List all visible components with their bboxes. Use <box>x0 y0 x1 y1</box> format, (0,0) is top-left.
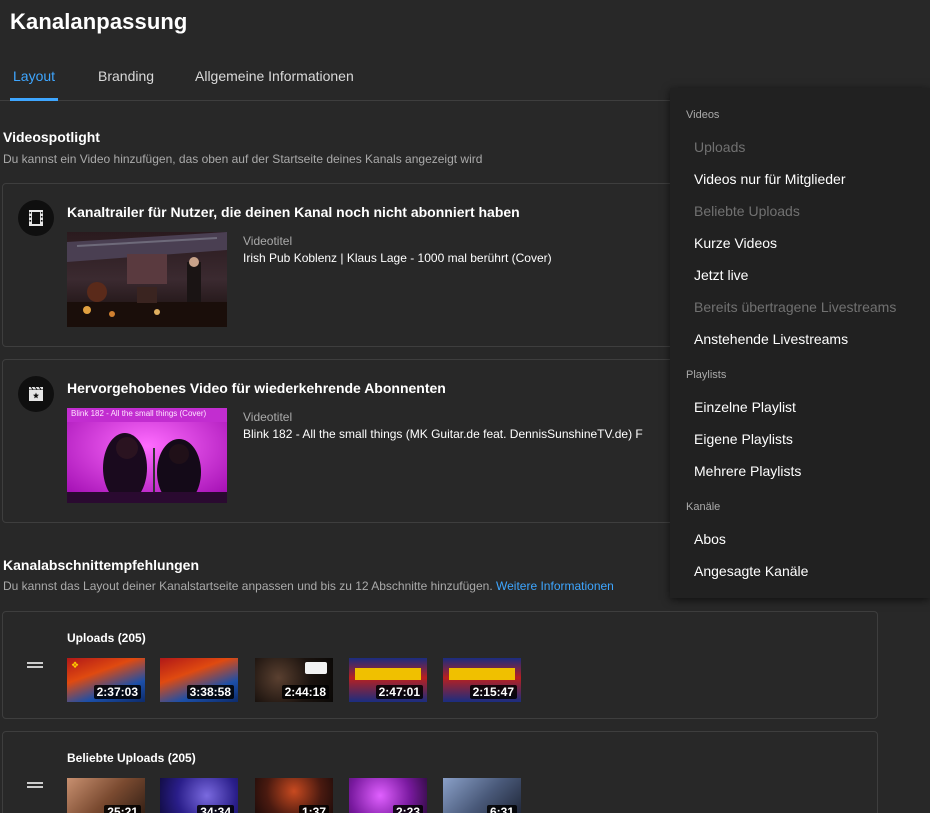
shelf-title: Uploads (205) <box>67 631 146 645</box>
menu-item-subscriptions[interactable]: Abos <box>694 531 726 547</box>
tab-general-info[interactable]: Allgemeine Informationen <box>195 68 354 84</box>
menu-item-featured-channels[interactable]: Angesagte Kanäle <box>694 563 808 579</box>
featured-thumbnail[interactable]: Blink 182 - All the small things (Cover) <box>67 408 227 503</box>
duration-badge: 2:44:18 <box>281 685 329 699</box>
trailer-heading: Kanaltrailer für Nutzer, die deinen Kana… <box>67 204 520 220</box>
shelf-thumbnail[interactable]: 2:44:18 <box>255 658 333 702</box>
menu-item-popular-uploads: Beliebte Uploads <box>694 203 800 219</box>
shelf-thumbnail[interactable]: 2:23 <box>349 778 427 813</box>
shelf-thumbnail[interactable]: 3:38:58 <box>160 658 238 702</box>
drag-handle-icon[interactable] <box>27 662 43 668</box>
learn-more-link[interactable]: Weitere Informationen <box>496 579 614 593</box>
tab-layout[interactable]: Layout <box>13 68 55 84</box>
drag-handle-icon[interactable] <box>27 782 43 788</box>
menu-item-upcoming-livestreams[interactable]: Anstehende Livestreams <box>694 331 848 347</box>
menu-header-videos: Videos <box>686 109 720 121</box>
duration-badge: 25:21 <box>104 805 141 813</box>
menu-item-live-now[interactable]: Jetzt live <box>694 267 748 283</box>
menu-item-single-playlist[interactable]: Einzelne Playlist <box>694 399 796 415</box>
shelf-thumbnail[interactable]: 25:21 <box>67 778 145 813</box>
featured-meta-label: Videotitel <box>243 410 293 424</box>
active-tab-indicator <box>10 98 58 101</box>
shelf-popular-uploads: Beliebte Uploads (205) 25:21 34:34 1:37 … <box>2 731 878 813</box>
trailer-meta-label: Videotitel <box>243 234 293 248</box>
menu-item-short-videos[interactable]: Kurze Videos <box>694 235 777 251</box>
menu-item-past-livestreams: Bereits übertragene Livestreams <box>694 299 897 315</box>
trailer-video-title: Irish Pub Koblenz | Klaus Lage - 1000 ma… <box>243 251 552 265</box>
duration-badge: 1:37 <box>298 805 329 813</box>
spotlight-description: Du kannst ein Video hinzufügen, das oben… <box>3 152 483 166</box>
shelf-thumbnail[interactable]: 1:37 <box>255 778 333 813</box>
menu-item-members-only-videos[interactable]: Videos nur für Mitglieder <box>694 171 845 187</box>
duration-badge: 6:31 <box>486 805 517 813</box>
page-title: Kanalanpassung <box>10 9 188 34</box>
tab-branding[interactable]: Branding <box>98 68 154 84</box>
shelf-thumbnail[interactable]: 2:47:01 <box>349 658 427 702</box>
shelf-thumbnail[interactable]: 6:31 <box>443 778 521 813</box>
shelf-title: Beliebte Uploads (205) <box>67 751 196 765</box>
menu-item-own-playlists[interactable]: Eigene Playlists <box>694 431 793 447</box>
shelf-uploads: Uploads (205) ❖ 2:37:03 3:38:58 2:44:18 … <box>2 611 878 719</box>
shelf-thumbnail[interactable]: 2:15:47 <box>443 658 521 702</box>
add-section-menu: Videos Uploads Videos nur für Mitglieder… <box>670 88 930 598</box>
sections-title: Kanalabschnittempfehlungen <box>3 557 200 573</box>
trailer-thumbnail[interactable] <box>67 232 227 327</box>
featured-video-title: Blink 182 - All the small things (MK Gui… <box>243 427 643 441</box>
duration-badge: 2:23 <box>392 805 423 813</box>
menu-header-channels: Kanäle <box>686 501 721 513</box>
duration-badge: 2:15:47 <box>469 685 517 699</box>
duration-badge: 2:37:03 <box>93 685 141 699</box>
shelf-thumbnail[interactable]: 34:34 <box>160 778 238 813</box>
spotlight-title: Videospotlight <box>3 129 100 145</box>
menu-item-multiple-playlists[interactable]: Mehrere Playlists <box>694 463 801 479</box>
duration-badge: 34:34 <box>197 805 234 813</box>
menu-item-uploads: Uploads <box>694 139 746 155</box>
featured-heading: Hervorgehobenes Video für wiederkehrende… <box>67 380 446 396</box>
menu-header-playlists: Playlists <box>686 369 727 381</box>
film-icon <box>18 200 54 236</box>
duration-badge: 2:47:01 <box>375 685 423 699</box>
shelf-thumbnail[interactable]: ❖ 2:37:03 <box>67 658 145 702</box>
duration-badge: 3:38:58 <box>186 685 234 699</box>
featured-thumb-caption: Blink 182 - All the small things (Cover) <box>71 409 207 418</box>
featured-video-icon <box>18 376 54 412</box>
sections-description: Du kannst das Layout deiner Kanalstartse… <box>3 579 614 593</box>
